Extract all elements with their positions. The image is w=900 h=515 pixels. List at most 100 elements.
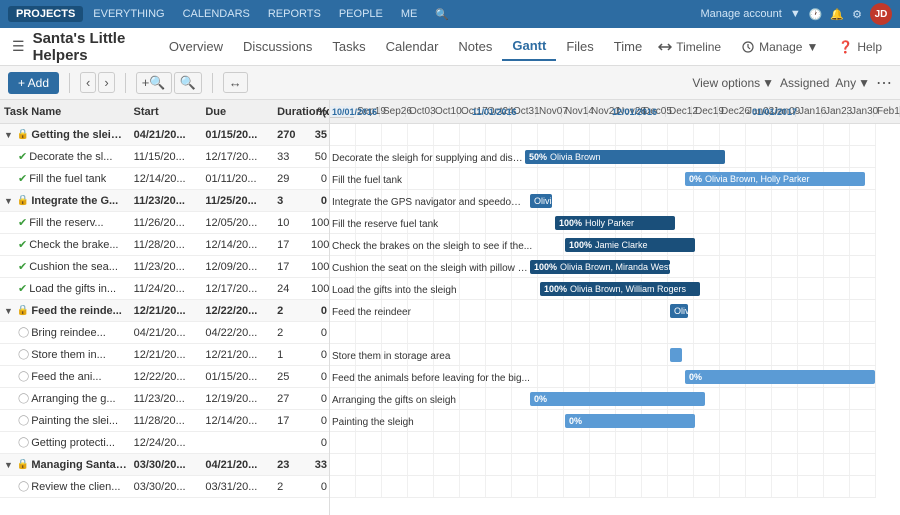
gantt-bar-container[interactable]: 0%Olivia Brown, Holly ParkerFill the fue…: [685, 171, 865, 187]
task-row[interactable]: ◯ Painting the slei... 11/28/20... 12/14…: [0, 410, 329, 432]
task-row[interactable]: ◯ Review the clien... 03/30/20... 03/31/…: [0, 476, 329, 498]
tab-discussions[interactable]: Discussions: [233, 33, 322, 60]
header-due: Due: [201, 106, 273, 118]
gantt-cell: [746, 124, 772, 145]
nav-me[interactable]: ME: [393, 6, 426, 22]
bar-pct-label: 100%: [534, 262, 557, 272]
gantt-cell: [668, 256, 694, 277]
task-start: 04/21/20...: [130, 129, 202, 141]
task-row[interactable]: ◯ Bring reindee... 04/21/20... 04/22/20.…: [0, 322, 329, 344]
nav-people[interactable]: PEOPLE: [331, 6, 391, 22]
expand-icon[interactable]: ▼: [4, 460, 13, 470]
view-options-button[interactable]: View options ▼: [692, 76, 774, 90]
expand-icon[interactable]: ▼: [4, 306, 13, 316]
task-row[interactable]: ✔ Fill the fuel tank 12/14/20... 01/11/2…: [0, 168, 329, 190]
task-pct: 35: [309, 129, 329, 141]
tab-gantt[interactable]: Gantt: [502, 32, 556, 61]
gantt-bar-container[interactable]: Olivia Brown, Jamie ClarkeIntegrate the …: [530, 193, 552, 209]
assigned-any-button[interactable]: Any ▼: [835, 76, 870, 90]
more-options-button[interactable]: ⋯: [876, 73, 892, 93]
gantt-bar-container[interactable]: 100%Jamie ClarkeCheck the brakes on the …: [565, 237, 695, 253]
nav-calendars[interactable]: CALENDARS: [175, 6, 258, 22]
task-row[interactable]: ▼ 🔒 Getting the sleigh ... 04/21/20... 0…: [0, 124, 329, 146]
task-row[interactable]: ◯ Getting protecti... 12/24/20... 0: [0, 432, 329, 454]
gantt-cell: [720, 322, 746, 343]
gantt-bar[interactable]: 100%Holly Parker: [555, 216, 675, 230]
tab-notes[interactable]: Notes: [448, 33, 502, 60]
zoom-in-button[interactable]: +🔍: [136, 72, 172, 94]
manage-button[interactable]: Manage ▼: [735, 38, 824, 56]
expand-button[interactable]: ↔: [223, 72, 248, 93]
task-row[interactable]: ✔ Decorate the sl... 11/15/20... 12/17/2…: [0, 146, 329, 168]
expand-icon[interactable]: ▼: [4, 196, 13, 206]
task-row[interactable]: ✔ Check the brake... 11/28/20... 12/14/2…: [0, 234, 329, 256]
gantt-cell: [824, 344, 850, 365]
gantt-row: 100%Olivia Brown, Miranda WestCushion th…: [330, 256, 876, 278]
gantt-cell: [434, 432, 460, 453]
gantt-bar[interactable]: 0%Olivia Brown, Holly Parker: [685, 172, 865, 186]
gantt-bar[interactable]: Olivia Brown, Jamie Clarke: [530, 194, 552, 208]
gantt-bar-container[interactable]: 100%Holly ParkerFill the reserve fuel ta…: [555, 215, 675, 231]
projects-button[interactable]: PROJECTS: [8, 6, 83, 22]
gantt-bar-container[interactable]: 0%Painting the sleigh: [565, 413, 695, 429]
nav-reports[interactable]: REPORTS: [260, 6, 329, 22]
gantt-bar[interactable]: Olivia Brown, Smith Jerrod: [670, 304, 688, 318]
gantt-cell: [460, 124, 486, 145]
prev-button[interactable]: ‹: [80, 72, 96, 93]
gantt-cell: [772, 432, 798, 453]
gantt-cell: [746, 146, 772, 167]
gantt-bar[interactable]: 100%Olivia Brown, William Rogers: [540, 282, 700, 296]
project-title: Santa's Little Helpers: [33, 30, 143, 64]
hamburger-icon[interactable]: ☰: [12, 38, 25, 55]
next-button[interactable]: ›: [98, 72, 114, 93]
search-icon[interactable]: 🔍: [427, 6, 457, 23]
tab-tasks[interactable]: Tasks: [322, 33, 375, 60]
gantt-cell: [590, 432, 616, 453]
task-row[interactable]: ✔ Load the gifts in... 11/24/20... 12/17…: [0, 278, 329, 300]
gantt-bar[interactable]: 0%: [565, 414, 695, 428]
add-button[interactable]: + Add: [8, 72, 59, 94]
gantt-bar[interactable]: 0%: [685, 370, 875, 384]
gantt-area[interactable]: 10/01/201611/01/201612/01/201601/01/2017…: [330, 100, 900, 515]
tab-time[interactable]: Time: [604, 33, 652, 60]
gantt-cell: [694, 454, 720, 475]
help-button[interactable]: ❓ Help: [832, 38, 888, 56]
tab-calendar[interactable]: Calendar: [376, 33, 449, 60]
task-name-cell: ✔ Decorate the sl...: [0, 150, 130, 163]
gantt-bar-container[interactable]: 100%Olivia Brown, William RogersLoad the…: [540, 281, 700, 297]
task-row[interactable]: ◯ Store them in... 12/21/20... 12/21/20.…: [0, 344, 329, 366]
task-row[interactable]: ◯ Feed the ani... 12/22/20... 01/15/20..…: [0, 366, 329, 388]
gantt-bar[interactable]: 100%Jamie Clarke: [565, 238, 695, 252]
gantt-cell: [668, 124, 694, 145]
avatar[interactable]: JD: [870, 3, 892, 25]
task-row[interactable]: ◯ Arranging the g... 11/23/20... 12/19/2…: [0, 388, 329, 410]
gantt-bar-container[interactable]: 0%Feed the animals before leaving for th…: [685, 369, 875, 385]
timeline-button[interactable]: Timeline: [652, 38, 727, 56]
gantt-cell: [616, 124, 642, 145]
zoom-out-button[interactable]: 🔍: [174, 72, 202, 94]
gantt-cell: [330, 124, 356, 145]
gantt-bar-container[interactable]: Store them in storage area: [670, 347, 682, 363]
task-name-cell: ◯ Feed the ani...: [0, 371, 130, 383]
gantt-bar[interactable]: 50%Olivia Brown: [525, 150, 725, 164]
gantt-row: Store them in storage area: [330, 344, 876, 366]
gantt-cell: [434, 124, 460, 145]
gantt-bar[interactable]: [670, 348, 682, 362]
task-row[interactable]: ✔ Fill the reserv... 11/26/20... 12/05/2…: [0, 212, 329, 234]
tab-files[interactable]: Files: [556, 33, 603, 60]
task-row[interactable]: ▼ 🔒 Managing Santa's we... 03/30/20... 0…: [0, 454, 329, 476]
gantt-bar-container[interactable]: 0%Arranging the gifts on sleigh: [530, 391, 705, 407]
gantt-bar-container[interactable]: Olivia Brown, Smith JerrodFeed the reind…: [670, 303, 688, 319]
nav-everything[interactable]: EVERYTHING: [85, 6, 172, 22]
manage-account-link[interactable]: Manage account: [700, 8, 781, 20]
gantt-bar-container[interactable]: 100%Olivia Brown, Miranda WestCushion th…: [530, 259, 670, 275]
gantt-bar-container[interactable]: 50%Olivia BrownDecorate the sleigh for s…: [525, 149, 725, 165]
task-row[interactable]: ▼ 🔒 Feed the reinde... 12/21/20... 12/22…: [0, 300, 329, 322]
task-row[interactable]: ▼ 🔒 Integrate the G... 11/23/20... 11/25…: [0, 190, 329, 212]
gantt-bar[interactable]: 0%: [530, 392, 705, 406]
expand-icon[interactable]: ▼: [4, 130, 13, 140]
gantt-cell: [824, 388, 850, 409]
gantt-bar[interactable]: 100%Olivia Brown, Miranda West: [530, 260, 670, 274]
tab-overview[interactable]: Overview: [159, 33, 233, 60]
task-row[interactable]: ✔ Cushion the sea... 11/23/20... 12/09/2…: [0, 256, 329, 278]
